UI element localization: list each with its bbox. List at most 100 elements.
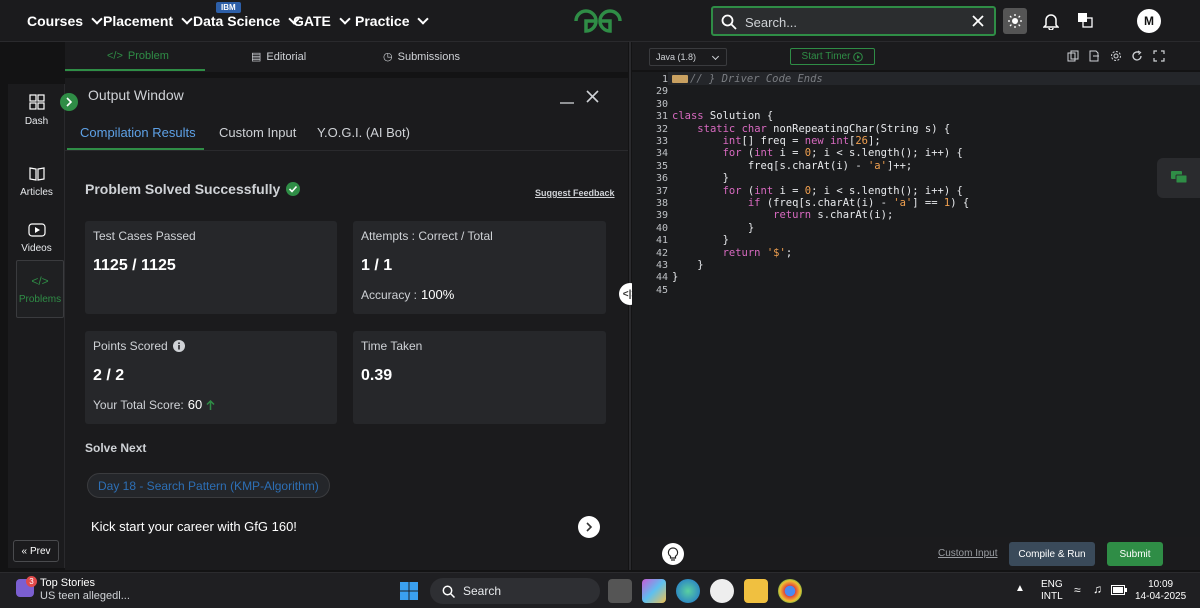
compile-run-button[interactable]: Compile & Run [1009,542,1095,566]
tab-compilation-results[interactable]: Compilation Results [80,125,196,140]
points-card: Points Scored 2 / 2 Your Total Score: 60 [85,331,337,424]
nav-data-science-label: Data Science [193,13,281,29]
suggest-feedback-link[interactable]: Suggest Feedback [535,188,615,198]
tab-problem-label: Problem [127,50,169,62]
attempts-label: Attempts : Correct / Total [361,229,493,243]
news-widget[interactable]: Top Stories US teen allegedl... [40,577,130,603]
gfg-logo-icon[interactable] [572,6,624,36]
hint-button[interactable] [662,543,684,565]
task-view-icon[interactable] [608,579,632,603]
search-box[interactable]: Search... [711,6,996,36]
chevron-down-icon [181,13,193,25]
chat-button[interactable] [1157,158,1200,198]
info-icon[interactable] [172,340,185,352]
tab-submissions-label: Submissions [397,50,460,63]
test-cases-label: Test Cases Passed [93,229,196,243]
start-timer-label: Start Timer [801,51,851,62]
system-clock[interactable]: 10:09 14-04-2025 [1135,579,1186,603]
theme-toggle-button[interactable] [1003,8,1027,34]
nav-courses-label: Courses [27,13,84,29]
active-tab-indicator [65,69,205,71]
line-number: 1 [661,74,668,85]
taskbar-search[interactable]: Search [430,578,600,604]
close-icon[interactable] [586,90,599,103]
ibm-badge: IBM [216,2,241,13]
sidebar-item-problems[interactable]: </> Problems [16,260,64,318]
search-input[interactable]: Search... [745,15,797,30]
file-export-icon[interactable] [1088,50,1100,62]
language-select[interactable]: Java (1.8) [649,48,727,66]
copilot-icon[interactable] [642,579,666,603]
panel-splitter[interactable] [629,42,631,570]
chrome-icon[interactable] [778,579,802,603]
clock-date: 14-04-2025 [1135,591,1187,602]
next-arrow-button[interactable] [578,516,600,538]
document-icon: ▤ [251,51,262,63]
points-label: Points Scored [93,339,168,353]
code-line: for (int i = 0; i < s.length(); i++) { [722,147,963,160]
chevron-down-icon [91,13,103,25]
nav-data-science[interactable]: Data Science [193,13,300,29]
code-line: class Solution { [672,110,774,123]
avatar[interactable]: M [1137,9,1161,33]
nav-placement-label: Placement [103,13,174,29]
top-navbar: Courses Placement IBM Data Science GATE … [0,0,1200,42]
clock-time: 10:09 [1148,579,1174,590]
custom-input-link[interactable]: Custom Input [938,548,997,559]
sidebar-item-articles[interactable]: Articles [8,156,65,208]
output-title: Output Window [88,87,184,103]
language-indicator[interactable]: ENG INTL [1041,579,1063,603]
solve-next-heading: Solve Next [85,441,147,455]
line-number: 42 [655,247,668,259]
sidebar-item-videos[interactable]: Videos [8,212,65,264]
notification-button[interactable] [1042,11,1060,31]
windows-start-icon[interactable] [399,581,419,601]
edge-browser-icon[interactable] [676,579,700,603]
tab-custom-input[interactable]: Custom Input [219,125,296,140]
nav-practice[interactable]: Practice [355,13,430,29]
settings-gear-icon[interactable] [1110,50,1122,62]
line-number: 29 [655,86,668,98]
nav-gate[interactable]: GATE [293,13,351,29]
total-score-label: Your Total Score: [93,397,184,412]
close-icon[interactable] [972,15,984,27]
minimize-icon[interactable] [560,92,574,104]
nav-placement[interactable]: Placement [103,13,193,29]
sidebar-item-dash[interactable]: Dash [8,84,65,136]
file-explorer-icon[interactable] [744,579,768,603]
code-line: for (int i = 0; i < s.length(); i++) { [722,184,963,197]
test-cases-card: Test Cases Passed 1125 / 1125 [85,221,337,314]
next-problem-link[interactable]: Day 18 - Search Pattern (KMP-Algorithm) [87,473,330,498]
volume-icon[interactable]: ♫ [1093,582,1102,596]
translate-button[interactable] [1077,12,1093,28]
fullscreen-icon[interactable] [1153,50,1165,62]
code-line: } [672,172,729,185]
line-number: 35 [655,160,668,172]
attempts-card: Attempts : Correct / Total 1 / 1 Accurac… [353,221,606,314]
tab-editorial[interactable]: ▤ Editorial [251,50,306,64]
submit-button[interactable]: Submit [1107,542,1163,566]
tab-submissions[interactable]: ◷ Submissions [383,50,460,64]
chevron-up-icon[interactable]: ▲ [1015,583,1025,594]
dell-icon[interactable] [710,579,734,603]
sidebar-item-label: Dash [24,115,49,127]
line-number: 39 [655,210,668,222]
nav-courses[interactable]: Courses [27,13,103,29]
copy-icon[interactable] [1067,50,1079,62]
expand-button[interactable] [60,93,78,111]
nav-practice-label: Practice [355,13,410,29]
tab-yogi-ai-bot[interactable]: Y.O.G.I. (AI Bot) [317,125,410,140]
reset-icon[interactable] [1131,50,1143,62]
code-line: return '$'; [722,246,793,259]
fold-marker-icon[interactable] [672,75,688,83]
tab-problem[interactable]: </> Problem [107,50,169,62]
start-timer-button[interactable]: Start Timer [790,48,875,65]
language-line2: INTL [1041,591,1063,602]
prev-button[interactable]: «Prev [13,540,59,562]
battery-icon[interactable] [1111,585,1127,595]
language-line1: ENG [1041,579,1063,590]
wifi-icon[interactable]: ≈ [1074,583,1081,597]
line-number: 33 [655,136,668,147]
code-editor[interactable]: 1 29 30 31 32 33 34 35 36 37 38 39 40 41 42 43 44 45 // }… [632,72,1200,537]
left-sidebar: Dash Articles Videos </> Problems [8,84,65,568]
